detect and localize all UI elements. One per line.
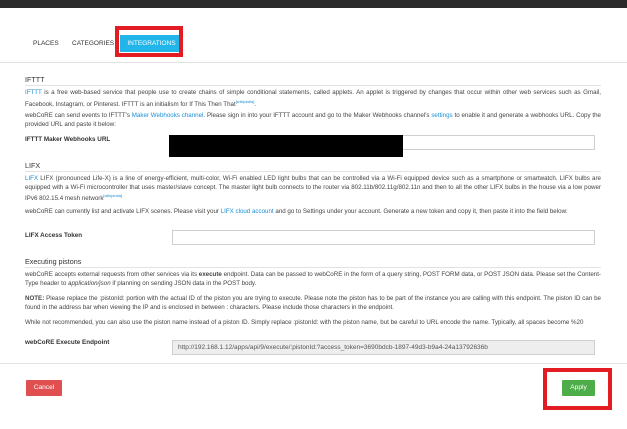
pistons-note-text: Please replace the :pistonId: portion wi… <box>25 295 601 311</box>
lifx-access-token-input[interactable] <box>172 230 595 245</box>
pistons-note: NOTE: Please replace the :pistonId: port… <box>25 295 601 312</box>
ifttt-instructions-text-a: webCoRE can send events to IFTTT's <box>25 112 132 119</box>
ifttt-wikipedia-link[interactable]: [wikipedia] <box>236 99 255 104</box>
ifttt-instructions-text-b: . Please sign in into your IFTTT account… <box>203 112 432 119</box>
pistons-description-text-c: if planning on sending JSON data in the … <box>110 279 257 287</box>
highlight-box-integrations <box>115 26 183 57</box>
lifx-instructions: webCoRE can currently list and activate … <box>25 208 601 217</box>
footer-divider <box>0 363 627 364</box>
section-divider <box>25 267 601 268</box>
ifttt-section-title: IFTTT <box>25 75 45 84</box>
lifx-cloud-account-link[interactable]: LIFX cloud account <box>221 208 274 215</box>
highlight-box-apply <box>543 368 612 410</box>
content-type-value: application/json <box>68 279 111 287</box>
lifx-description: LIFX LIFX (pronounced Life-X) is a line … <box>25 175 601 204</box>
pistons-section-title: Executing pistons <box>25 257 82 266</box>
pistons-name-hint: While not recommended, you can also use … <box>25 319 584 326</box>
maker-webhooks-link[interactable]: Maker Webhooks channel <box>132 112 204 119</box>
lifx-access-token-label: LIFX Access Token <box>25 232 83 239</box>
note-label: NOTE: <box>25 295 45 302</box>
lifx-instructions-text-b: and go to Settings under your account. G… <box>273 208 568 215</box>
ifttt-link[interactable]: IFTTT <box>25 89 42 96</box>
execute-endpoint-label: webCoRE Execute Endpoint <box>25 339 110 346</box>
ifttt-instructions: webCoRE can send events to IFTTT's Maker… <box>25 112 601 129</box>
pistons-description-text-a: webCoRE accepts external requests from o… <box>25 271 199 278</box>
lifx-section-title: LIFX <box>25 161 41 170</box>
cancel-button[interactable]: Cancel <box>26 380 62 396</box>
section-divider <box>25 85 601 86</box>
top-bar <box>0 0 627 8</box>
execute-endpoint-input[interactable]: http://192.168.1.12/apps/api/9/execute/:… <box>172 340 595 355</box>
ifttt-webhooks-url-label: IFTTT Maker Webhooks URL <box>25 136 111 143</box>
tab-bar: PLACES CATEGORIES INTEGRATIONS <box>0 8 627 63</box>
tab-categories[interactable]: CATEGORIES <box>72 38 114 50</box>
pistons-description: webCoRE accepts external requests from o… <box>25 271 601 288</box>
lifx-instructions-text-a: webCoRE can currently list and activate … <box>25 208 221 215</box>
settings-link[interactable]: settings <box>431 112 452 119</box>
ifttt-description: IFTTT is a free web-based service that p… <box>25 89 601 108</box>
ifttt-description-text: is a free web-based service that people … <box>25 89 601 108</box>
lifx-wikipedia-link[interactable]: [wikipedia] <box>103 193 122 198</box>
execute-keyword: execute <box>198 271 222 278</box>
tab-places[interactable]: PLACES <box>33 38 59 50</box>
lifx-link[interactable]: LIFX <box>25 175 38 182</box>
section-divider <box>25 171 601 172</box>
redaction-box <box>169 135 403 157</box>
